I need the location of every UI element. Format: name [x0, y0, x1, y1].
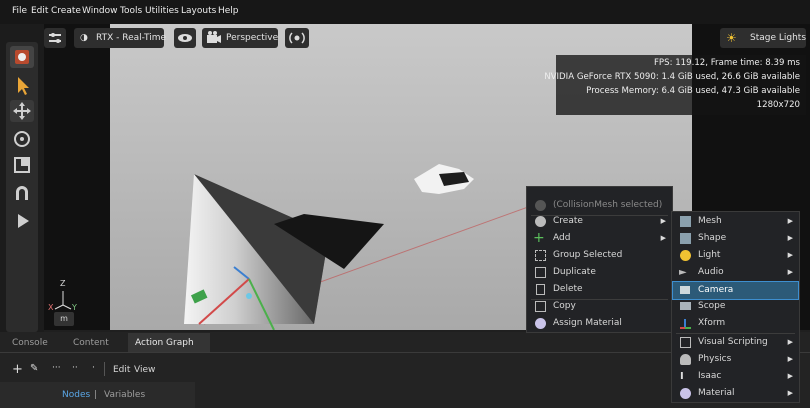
stage-lights-label: Stage Lights	[750, 33, 807, 43]
subtab-divider: |	[94, 390, 98, 400]
dot-icon[interactable]: ·	[92, 363, 95, 373]
context-menu: (CollisionMesh selected) Create ▶ + Add ▶ …	[526, 186, 673, 333]
axis-y-label: Y	[72, 303, 77, 312]
audio-broadcast-button[interactable]	[285, 28, 309, 48]
tab-action-graph[interactable]: Action Graph	[135, 334, 194, 352]
lightbulb-icon: ◑	[80, 33, 88, 43]
resolution-readout: 1280x720	[756, 100, 800, 110]
menu-edit[interactable]: Edit	[31, 6, 48, 16]
axis-gizmo: Z X Y	[48, 279, 78, 315]
folder-icon	[680, 302, 691, 310]
context-item-copy[interactable]: Copy	[527, 298, 672, 315]
context-item-add[interactable]: + Add ▶	[527, 230, 672, 247]
isaac-icon: I	[680, 371, 684, 382]
camera-select-button[interactable]: Perspective	[202, 28, 278, 48]
context-item-create[interactable]: Create ▶	[527, 213, 672, 230]
camera-label: Perspective	[226, 33, 279, 43]
process-memory-readout: Process Memory: 6.4 GiB used, 47.3 GiB a…	[586, 86, 800, 96]
tool-palette	[6, 42, 38, 332]
create-submenu: Mesh ▶ Shape ▶ Light ▶ ► Audio ▶ Camera Scop…	[671, 211, 800, 403]
add-graph-icon[interactable]: +	[12, 362, 23, 377]
menu-help[interactable]: Help	[218, 6, 239, 16]
graph-icon	[680, 337, 691, 348]
stats-overlay: FPS: 119.12, Frame time: 8.39 ms NVIDIA …	[544, 55, 806, 115]
subtab-bar	[0, 382, 195, 408]
eye-visibility-button[interactable]	[174, 28, 196, 48]
create-item-physics[interactable]: Physics ▶	[672, 351, 799, 368]
tab-content[interactable]: Content	[73, 334, 109, 352]
axis-x-label: X	[48, 303, 54, 312]
more-dots-icon[interactable]: ···	[52, 363, 61, 373]
create-item-shape[interactable]: Shape ▶	[672, 230, 799, 247]
mesh-cube-icon	[680, 216, 691, 227]
units-button[interactable]: m	[54, 312, 74, 326]
duplicate-icon	[535, 267, 546, 278]
tab-console[interactable]: Console	[12, 334, 48, 352]
light-bulb-icon	[680, 250, 691, 261]
viewport-settings-button[interactable]	[44, 28, 66, 48]
menu-tools[interactable]: Tools	[120, 6, 142, 16]
context-item-group-selected[interactable]: Group Selected	[527, 247, 672, 264]
shape-cube-icon	[680, 233, 691, 244]
edit-pencil-icon[interactable]: ✎	[30, 363, 38, 374]
context-menu-header: (CollisionMesh selected)	[527, 197, 672, 214]
stage-lights-button[interactable]: ☀ Stage Lights	[720, 28, 806, 48]
add-plus-icon: +	[533, 230, 545, 246]
context-item-duplicate[interactable]: Duplicate	[527, 264, 672, 281]
sun-icon: ☀	[726, 31, 737, 45]
camera-icon	[206, 28, 222, 56]
snap-magnet-icon[interactable]	[10, 182, 34, 204]
create-item-light[interactable]: Light ▶	[672, 247, 799, 264]
menu-window[interactable]: Window	[82, 6, 118, 16]
menu-create[interactable]: Create	[51, 6, 81, 16]
create-item-xform[interactable]: Xform	[672, 315, 799, 332]
select-arrow-icon[interactable]	[10, 74, 34, 96]
toolbar-divider	[104, 362, 105, 376]
rotate-tool-icon[interactable]	[10, 128, 34, 150]
speaker-icon: ►	[679, 267, 687, 278]
render-mode-button[interactable]: ◑ RTX - Real-Time	[74, 28, 167, 48]
material-sphere-icon	[535, 318, 546, 329]
subtab-variables[interactable]: Variables	[104, 390, 145, 400]
group-icon	[535, 250, 546, 261]
create-item-scope[interactable]: Scope	[672, 298, 799, 315]
copy-icon	[535, 301, 546, 312]
menu-bar: File Edit Create Window Tools Utilities …	[0, 0, 810, 24]
menu-file[interactable]: File	[12, 6, 27, 16]
context-item-assign-material[interactable]: Assign Material	[527, 315, 672, 332]
xform-axis-icon	[680, 318, 691, 329]
edit-menu[interactable]: Edit	[113, 365, 130, 375]
move-tool-icon[interactable]	[10, 100, 34, 122]
create-item-isaac[interactable]: I Isaac ▶	[672, 368, 799, 385]
menu-layouts[interactable]: Layouts	[181, 6, 216, 16]
render-mode-label: RTX - Real-Time	[96, 33, 167, 43]
mesh-sphere-icon	[535, 200, 546, 211]
gpu-memory-readout: NVIDIA GeForce RTX 5090: 1.4 GiB used, 2…	[544, 72, 800, 82]
scale-tool-icon[interactable]	[10, 154, 34, 176]
create-item-audio[interactable]: ► Audio ▶	[672, 264, 799, 281]
create-item-material[interactable]: Material ▶	[672, 385, 799, 402]
physics-icon	[680, 354, 691, 365]
menu-utilities[interactable]: Utilities	[145, 6, 179, 16]
camera-item-icon	[680, 286, 690, 294]
material-icon	[680, 388, 691, 399]
context-item-delete[interactable]: Delete	[527, 281, 672, 298]
subtab-nodes[interactable]: Nodes	[62, 390, 90, 400]
dots-icon[interactable]: ··	[72, 363, 78, 373]
trash-icon	[536, 284, 545, 295]
create-item-mesh[interactable]: Mesh ▶	[672, 213, 799, 230]
axis-z-label: Z	[60, 279, 66, 288]
select-mode-icon[interactable]	[10, 46, 34, 68]
view-menu[interactable]: View	[134, 365, 155, 375]
plus-circle-icon	[535, 216, 546, 227]
fps-readout: FPS: 119.12, Frame time: 8.39 ms	[653, 58, 800, 68]
play-icon[interactable]	[10, 210, 34, 232]
create-item-visual-scripting[interactable]: Visual Scripting ▶	[672, 334, 799, 351]
